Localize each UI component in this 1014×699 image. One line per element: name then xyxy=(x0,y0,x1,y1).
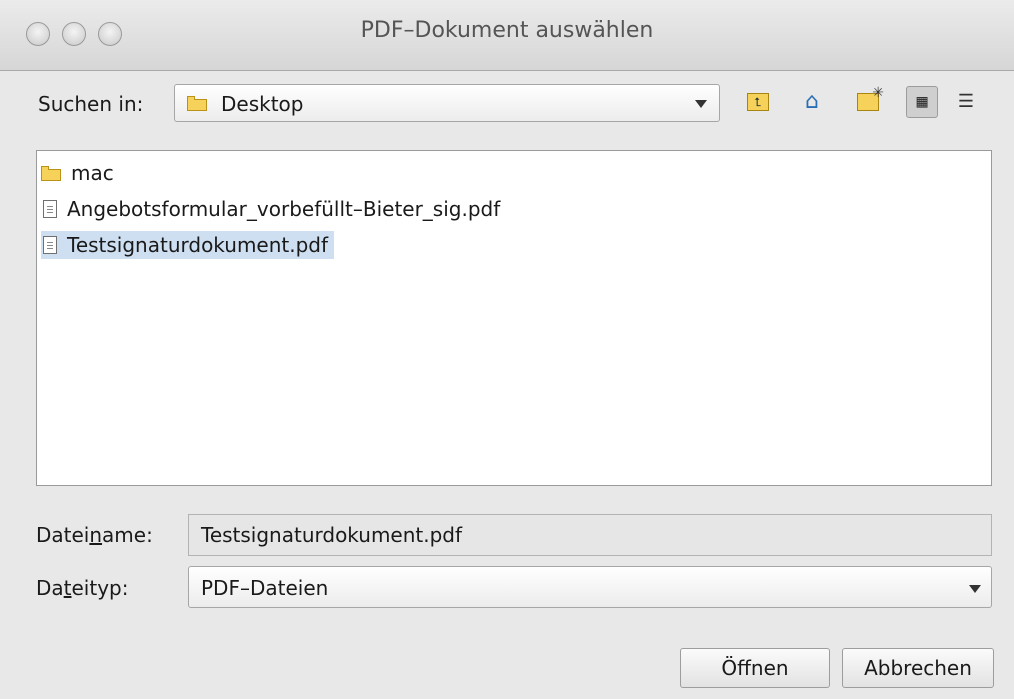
new-folder-icon: ✳ xyxy=(857,85,884,111)
details-view-button[interactable]: ☰ xyxy=(950,86,982,118)
list-item-file[interactable]: Angebotsformular_vorbefüllt–Bieter_sig.p… xyxy=(41,195,506,223)
title-bar[interactable]: PDF–Dokument auswählen xyxy=(0,0,1014,71)
open-button[interactable]: Öffnen xyxy=(680,648,830,688)
folder-up-icon: ⮤ xyxy=(747,93,769,111)
filetype-label: Dateityp: xyxy=(36,576,129,600)
file-list[interactable]: mac Angebotsformular_vorbefüllt–Bieter_s… xyxy=(36,150,992,486)
look-in-value: Desktop xyxy=(221,92,304,116)
home-button[interactable]: ⌂ xyxy=(796,86,828,118)
document-icon xyxy=(43,200,57,218)
list-view-icon: ▦ xyxy=(916,91,928,112)
filetype-select[interactable]: PDF–Dateien xyxy=(188,566,992,608)
list-view-button[interactable]: ▦ xyxy=(906,86,938,118)
list-item-file-selected[interactable]: Testsignaturdokument.pdf xyxy=(41,231,335,259)
chevron-down-icon xyxy=(969,585,981,593)
document-icon xyxy=(43,236,57,254)
filename-label: Dateiname: xyxy=(36,523,153,547)
list-item-folder-mac[interactable]: mac xyxy=(41,159,120,187)
filetype-value: PDF–Dateien xyxy=(201,576,329,600)
file-name: Testsignaturdokument.pdf xyxy=(67,233,329,257)
new-folder-button[interactable]: ✳ xyxy=(852,85,884,118)
folder-icon xyxy=(41,165,61,181)
chevron-down-icon xyxy=(695,100,707,108)
file-name: mac xyxy=(71,161,114,185)
cancel-button[interactable]: Abbrechen xyxy=(842,648,994,688)
file-name: Angebotsformular_vorbefüllt–Bieter_sig.p… xyxy=(67,197,501,221)
look-in-label: Suchen in: xyxy=(38,92,144,116)
home-icon: ⌂ xyxy=(805,89,819,114)
look-in-combo[interactable]: Desktop xyxy=(174,84,720,122)
folder-icon xyxy=(187,96,207,111)
file-chooser-dialog: PDF–Dokument auswählen Suchen in: Deskto… xyxy=(0,0,1014,699)
details-view-icon: ☰ xyxy=(957,91,975,112)
window-title: PDF–Dokument auswählen xyxy=(360,18,654,43)
filename-field[interactable]: Testsignaturdokument.pdf xyxy=(188,514,992,556)
up-one-level-button[interactable]: ⮤ xyxy=(742,86,774,118)
